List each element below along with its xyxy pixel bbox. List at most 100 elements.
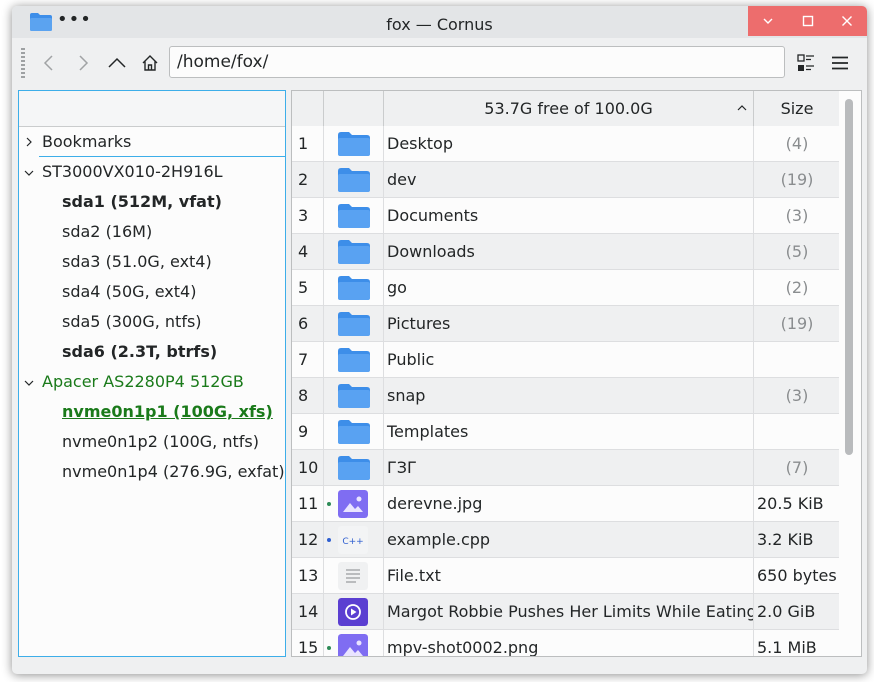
chevron-down-icon[interactable] — [24, 378, 34, 388]
header-name-column[interactable]: 53.7G free of 100.0G — [384, 91, 754, 126]
table-row[interactable]: 14 Margot Robbie Pushes Her Limits While … — [292, 594, 841, 630]
sidebar-item-partition[interactable]: sda2 (16M) — [62, 217, 152, 247]
row-number: 13 — [292, 558, 324, 593]
sidebar-item-partition[interactable]: sda6 (2.3T, btrfs) — [62, 337, 217, 367]
view-mode-button[interactable] — [792, 48, 820, 78]
maximize-icon — [802, 15, 813, 27]
app-window: ••• fox — Cornus /home/fox/ Bookmarks ST… — [12, 6, 867, 674]
file-name[interactable]: mpv-shot0002.png — [384, 630, 754, 656]
file-name[interactable]: example.cpp — [384, 522, 754, 557]
file-name[interactable]: snap — [384, 378, 754, 413]
table-row[interactable]: 2 dev (19) — [292, 162, 841, 198]
file-name[interactable]: Pictures — [384, 306, 754, 341]
forward-button[interactable] — [69, 48, 97, 78]
header-number-column[interactable] — [292, 91, 324, 126]
up-button[interactable] — [103, 48, 131, 78]
table-row[interactable]: 3 Documents (3) — [292, 198, 841, 234]
hamburger-menu-button[interactable] — [826, 48, 854, 78]
sidebar-item-partition[interactable]: sda4 (50G, ext4) — [62, 277, 196, 307]
table-row[interactable]: 1 Desktop (4) — [292, 126, 841, 162]
row-number: 7 — [292, 342, 324, 377]
file-name[interactable]: ГЗГ — [384, 450, 754, 485]
row-number: 9 — [292, 414, 324, 449]
text-file-icon — [338, 562, 368, 590]
hamburger-menu-icon — [832, 56, 848, 70]
window-controls — [748, 6, 867, 36]
table-row[interactable]: 4 Downloads (5) — [292, 234, 841, 270]
file-size: (4) — [754, 126, 841, 161]
sidebar-item-partition[interactable]: sda1 (512M, vfat) — [62, 187, 222, 217]
file-name[interactable]: Documents — [384, 198, 754, 233]
folder-icon — [338, 348, 370, 372]
sidebar-header — [19, 91, 285, 127]
header-size-column[interactable]: Size — [754, 91, 841, 126]
maximize-button[interactable] — [788, 6, 828, 36]
file-name[interactable]: Templates — [384, 414, 754, 449]
image-file-icon — [338, 634, 368, 656]
table-row[interactable]: 8 snap (3) — [292, 378, 841, 414]
file-name[interactable]: Desktop — [384, 126, 754, 161]
row-icon-cell — [324, 486, 384, 521]
row-icon-cell — [324, 270, 384, 305]
header-icon-column[interactable] — [324, 91, 384, 126]
file-size: 20.5 KiB — [754, 486, 841, 521]
file-size: (7) — [754, 450, 841, 485]
file-size: 5.1 MiB — [754, 630, 841, 656]
table-row[interactable]: 12 C++ example.cpp 3.2 KiB — [292, 522, 841, 558]
table-row[interactable]: 10 ГЗГ (7) — [292, 450, 841, 486]
sidebar-item-partition[interactable]: nvme0n1p2 (100G, ntfs) — [62, 427, 259, 457]
back-button[interactable] — [35, 48, 63, 78]
toolbar: /home/fox/ — [12, 38, 867, 90]
file-name[interactable]: File.txt — [384, 558, 754, 593]
file-name[interactable]: Public — [384, 342, 754, 377]
file-name[interactable]: Downloads — [384, 234, 754, 269]
table-row[interactable]: 15 mpv-shot0002.png 5.1 MiB — [292, 630, 841, 656]
file-size: (5) — [754, 234, 841, 269]
toolbar-grip[interactable] — [21, 48, 25, 78]
image-file-icon — [338, 490, 368, 518]
sidebar-tree[interactable]: Bookmarks ST3000VX010-2H916L sda1 (512M,… — [18, 90, 286, 657]
table-row[interactable]: 11 derevne.jpg 20.5 KiB — [292, 486, 841, 522]
sidebar-item-bookmarks[interactable]: Bookmarks — [42, 127, 131, 157]
sidebar-item-partition[interactable]: sda5 (300G, ntfs) — [62, 307, 202, 337]
file-table[interactable]: 53.7G free of 100.0G Size 1 Desktop (4) 2 de… — [291, 90, 862, 657]
row-number: 15 — [292, 630, 324, 656]
close-button[interactable] — [827, 6, 867, 36]
minimize-button[interactable] — [748, 6, 788, 36]
file-name[interactable]: go — [384, 270, 754, 305]
file-size: 3.2 KiB — [754, 522, 841, 557]
table-row[interactable]: 5 go (2) — [292, 270, 841, 306]
row-icon-cell — [324, 630, 384, 656]
sidebar-disk-2[interactable]: Apacer AS2280P4 512GB — [42, 367, 244, 397]
sidebar-disk-1[interactable]: ST3000VX010-2H916L — [42, 157, 223, 187]
row-icon-cell — [324, 414, 384, 449]
file-name[interactable]: dev — [384, 162, 754, 197]
row-icon-cell — [324, 378, 384, 413]
home-button[interactable] — [136, 48, 164, 78]
file-size: (19) — [754, 306, 841, 341]
file-name[interactable]: derevne.jpg — [384, 486, 754, 521]
table-header: 53.7G free of 100.0G Size — [292, 91, 861, 127]
sidebar-item-partition[interactable]: sda3 (51.0G, ext4) — [62, 247, 212, 277]
table-row[interactable]: 7 Public — [292, 342, 841, 378]
view-details-icon — [797, 54, 814, 71]
chevron-down-icon[interactable] — [24, 168, 34, 178]
home-icon — [142, 55, 158, 71]
chevron-up-icon — [108, 57, 126, 68]
row-icon-cell — [324, 306, 384, 341]
status-dot — [327, 502, 331, 506]
folder-icon — [338, 384, 370, 408]
row-number: 6 — [292, 306, 324, 341]
vertical-scrollbar[interactable] — [839, 91, 861, 656]
sidebar-item-partition[interactable]: nvme0n1p4 (276.9G, exfat) — [62, 457, 285, 487]
table-row[interactable]: 9 Templates — [292, 414, 841, 450]
sidebar-item-partition-current[interactable]: nvme0n1p1 (100G, xfs) — [62, 397, 273, 427]
address-bar[interactable]: /home/fox/ — [169, 46, 785, 78]
table-row[interactable]: 6 Pictures (19) — [292, 306, 841, 342]
scrollbar-thumb[interactable] — [845, 99, 853, 455]
file-name[interactable]: Margot Robbie Pushes Her Limits While Ea… — [384, 594, 754, 629]
status-dot — [327, 538, 331, 542]
row-number: 4 — [292, 234, 324, 269]
chevron-right-icon[interactable] — [24, 137, 34, 147]
table-row[interactable]: 13 File.txt 650 bytes — [292, 558, 841, 594]
